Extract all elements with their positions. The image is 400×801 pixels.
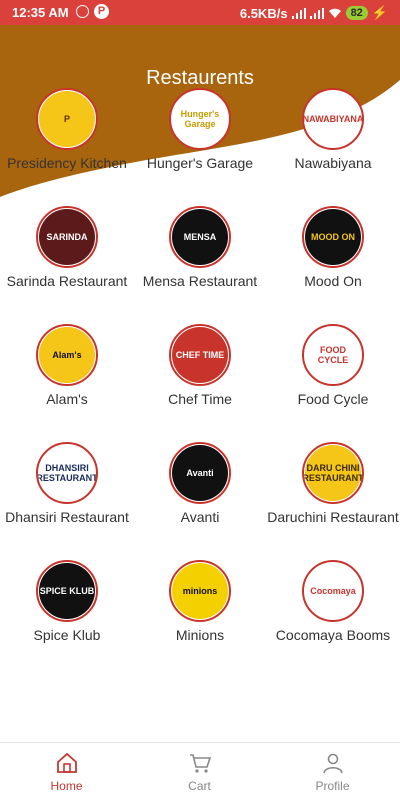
restaurant-logo-text: Avanti <box>172 445 228 501</box>
restaurant-card[interactable]: MENSA Mensa Restaurant <box>133 206 267 290</box>
signal-icon <box>291 7 306 19</box>
sync-icon <box>76 5 89 18</box>
restaurant-logo[interactable]: DHANSIRI RESTAURANT <box>36 442 98 504</box>
restaurant-card[interactable]: minions Minions <box>133 560 267 644</box>
restaurant-name: Spice Klub <box>33 627 101 643</box>
charging-icon: ⚡ <box>371 5 388 20</box>
restaurant-logo-text: DHANSIRI RESTAURANT <box>38 445 96 501</box>
restaurant-card[interactable]: Cocomaya Cocomaya Booms <box>266 560 400 644</box>
restaurant-logo[interactable]: DARU CHINI RESTAURANT <box>302 442 364 504</box>
restaurant-card[interactable]: CHEF TIME Chef Time <box>133 324 267 408</box>
restaurant-logo-text: Hunger's Garage <box>172 91 228 147</box>
nav-cart[interactable]: Cart <box>133 751 266 793</box>
restaurant-name: Mood On <box>304 273 362 289</box>
signal-icon <box>309 7 324 19</box>
restaurant-logo[interactable]: SARINDA <box>36 206 98 268</box>
profile-icon <box>322 753 343 774</box>
restaurant-name: Avanti <box>180 509 220 525</box>
restaurant-name: Food Cycle <box>297 391 369 407</box>
restaurant-logo[interactable]: SPICE KLUB <box>36 560 98 622</box>
restaurant-logo-text: SPICE KLUB <box>39 563 95 619</box>
restaurant-card[interactable]: DHANSIRI RESTAURANT Dhansiri Restaurant <box>0 442 134 526</box>
restaurant-logo-text: Cocomaya <box>305 563 361 619</box>
restaurant-name: Presidency Kitchen <box>7 155 127 171</box>
restaurant-logo-text: minions <box>172 563 228 619</box>
restaurant-card[interactable]: SARINDA Sarinda Restaurant <box>0 206 134 290</box>
parking-icon: P <box>94 4 109 19</box>
restaurant-card[interactable]: FOOD CYCLE Food Cycle <box>266 324 400 408</box>
restaurant-logo[interactable]: Alam's <box>36 324 98 386</box>
bottom-navigation: Home Cart Profile <box>0 742 400 801</box>
restaurant-card[interactable]: Alam's Alam's <box>0 324 134 408</box>
restaurant-name: Cocomaya Booms <box>275 627 391 643</box>
restaurant-logo[interactable]: FOOD CYCLE <box>302 324 364 386</box>
restaurant-logo[interactable]: minions <box>169 560 231 622</box>
restaurant-card[interactable]: SPICE KLUB Spice Klub <box>0 560 134 644</box>
restaurant-name: Nawabiyana <box>294 155 372 171</box>
restaurant-card[interactable]: P Presidency Kitchen <box>0 88 134 172</box>
restaurant-logo[interactable]: Cocomaya <box>302 560 364 622</box>
restaurant-name: Chef Time <box>168 391 232 407</box>
status-time: 12:35 AM <box>12 5 69 20</box>
restaurant-logo-text: P <box>39 91 95 147</box>
restaurant-name: Alam's <box>46 391 88 407</box>
nav-cart-label: Cart <box>188 779 211 793</box>
restaurant-name: Minions <box>175 627 225 643</box>
restaurant-logo[interactable]: P <box>36 88 98 150</box>
battery-indicator: 82 <box>345 6 368 20</box>
network-speed: 6.5KB/s <box>239 5 288 21</box>
restaurant-card[interactable]: DARU CHINI RESTAURANT Daruchini Restauran… <box>266 442 400 526</box>
nav-home-label: Home <box>50 779 83 793</box>
page-title: Restaurents <box>146 67 254 89</box>
restaurant-logo-text: DARU CHINI RESTAURANT <box>304 445 362 501</box>
restaurant-logo[interactable]: Hunger's Garage <box>169 88 231 150</box>
nav-profile[interactable]: Profile <box>266 751 399 793</box>
nav-profile-label: Profile <box>315 779 350 793</box>
restaurant-name: Mensa Restaurant <box>142 273 258 289</box>
restaurant-card[interactable]: NAWABIYANA Nawabiyana <box>266 88 400 172</box>
restaurant-logo[interactable]: MOOD ON <box>302 206 364 268</box>
restaurant-logo-text: CHEF TIME <box>172 327 228 383</box>
restaurant-logo-text: NAWABIYANA <box>304 91 362 147</box>
wifi-icon <box>328 8 341 18</box>
restaurant-card[interactable]: Avanti Avanti <box>133 442 267 526</box>
restaurant-logo-text: Alam's <box>39 327 95 383</box>
status-bar: 12:35 AM P 6.5KB/s 82 ⚡ <box>0 0 400 25</box>
restaurant-card[interactable]: MOOD ON Mood On <box>266 206 400 290</box>
restaurant-name: Daruchini Restaurant <box>267 509 399 525</box>
restaurant-logo-text: MOOD ON <box>305 209 361 265</box>
restaurant-logo[interactable]: MENSA <box>169 206 231 268</box>
cart-icon <box>189 754 211 773</box>
restaurant-logo-text: SARINDA <box>39 209 95 265</box>
restaurant-name: Hunger's Garage <box>146 155 254 171</box>
restaurant-logo[interactable]: NAWABIYANA <box>302 88 364 150</box>
restaurant-logo-text: MENSA <box>172 209 228 265</box>
restaurant-name: Sarinda Restaurant <box>6 273 128 289</box>
status-right: 6.5KB/s 82 ⚡ <box>240 5 388 21</box>
home-icon <box>56 752 77 773</box>
restaurant-logo[interactable]: CHEF TIME <box>169 324 231 386</box>
restaurant-card[interactable]: Hunger's Garage Hunger's Garage <box>133 88 267 172</box>
restaurant-logo-text: FOOD CYCLE <box>305 327 361 383</box>
nav-home[interactable]: Home <box>0 751 133 793</box>
restaurant-logo[interactable]: Avanti <box>169 442 231 504</box>
restaurant-name: Dhansiri Restaurant <box>5 509 129 525</box>
